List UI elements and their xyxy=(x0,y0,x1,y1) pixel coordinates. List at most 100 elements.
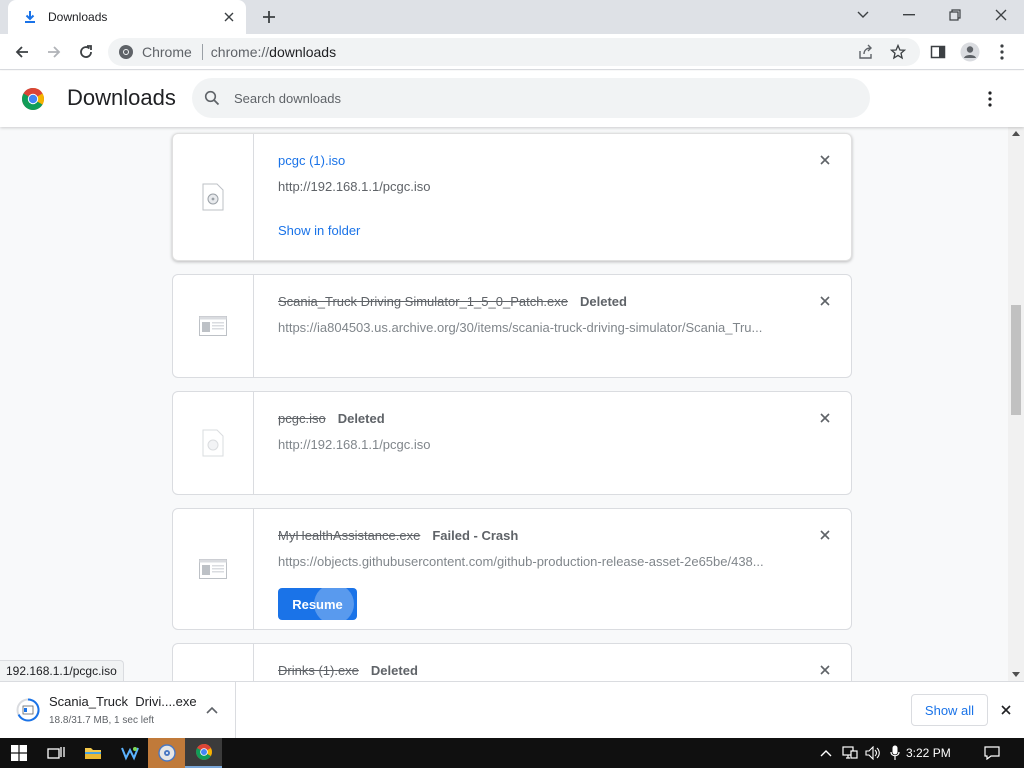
status-text: Deleted xyxy=(370,663,418,678)
file-icon xyxy=(202,429,224,457)
chrome-taskbar-button[interactable] xyxy=(185,738,222,768)
file-icon-column xyxy=(173,392,254,494)
window-close-button[interactable] xyxy=(978,0,1024,30)
download-card: Drinks (1).exe Deleted xyxy=(172,643,852,681)
close-icon xyxy=(820,155,830,165)
status-text: Failed - Crash xyxy=(432,528,519,543)
minimize-button[interactable] xyxy=(886,0,932,30)
close-icon xyxy=(820,413,830,423)
tab-search-button[interactable] xyxy=(840,0,886,30)
task-view-button[interactable] xyxy=(37,738,74,768)
status-text: Deleted xyxy=(337,411,385,426)
show-all-button[interactable]: Show all xyxy=(911,694,988,726)
forward-icon xyxy=(48,46,61,58)
browser-toolbar: Chrome chrome://downloads xyxy=(0,34,1024,70)
taskbar-clock[interactable]: 3:22 PM xyxy=(906,738,951,768)
show-in-folder-link[interactable]: Show in folder xyxy=(278,223,360,238)
chrome-logo-icon xyxy=(22,88,44,110)
file-explorer-button[interactable] xyxy=(74,738,111,768)
remove-download-button[interactable] xyxy=(817,410,833,426)
shelf-item-menu-button[interactable] xyxy=(204,702,220,718)
share-icon xyxy=(859,44,872,59)
downloads-list: pcgc (1).iso http://192.168.1.1/pcgc.iso… xyxy=(0,127,1008,681)
file-name: MyHealthAssistance.exe xyxy=(278,528,421,543)
vertical-scrollbar[interactable] xyxy=(1008,127,1024,681)
forward-button[interactable] xyxy=(40,38,68,66)
file-icon-column xyxy=(173,509,254,629)
download-progress-icon xyxy=(16,698,40,722)
site-chip-label: Chrome xyxy=(142,44,192,60)
download-shelf: Scania_Truck Drivi....exe 18.8/31.7 MB, … xyxy=(0,681,1024,739)
side-panel-button[interactable] xyxy=(924,38,952,66)
address-bar[interactable]: Chrome chrome://downloads xyxy=(108,38,920,66)
volume-tray-icon[interactable] xyxy=(863,738,883,768)
downloads-menu-button[interactable] xyxy=(978,87,1002,111)
network-tray-icon[interactable] xyxy=(840,738,860,768)
app-icon xyxy=(120,747,139,761)
scroll-up-arrow[interactable] xyxy=(1012,131,1020,136)
chevron-down-icon xyxy=(857,11,869,18)
app-taskbar-button[interactable] xyxy=(111,738,148,768)
reload-button[interactable] xyxy=(72,38,100,66)
action-center-button[interactable] xyxy=(980,738,1004,768)
minimize-icon xyxy=(903,14,915,16)
tray-overflow-button[interactable] xyxy=(817,738,835,768)
microphone-tray-icon[interactable] xyxy=(886,738,904,768)
browser-menu-button[interactable] xyxy=(988,38,1016,66)
windows-taskbar: 3:22 PM xyxy=(0,738,1024,768)
reload-icon xyxy=(80,45,92,58)
download-card: Scania_Truck Driving Simulator_1_5_0_Pat… xyxy=(172,274,852,378)
file-name-link[interactable]: pcgc (1).iso xyxy=(278,153,345,168)
back-button[interactable] xyxy=(8,38,36,66)
folder-icon xyxy=(84,748,101,759)
url-scheme: chrome:// xyxy=(210,44,270,60)
resume-label: Resume xyxy=(292,596,343,612)
scrollbar-thumb[interactable] xyxy=(1011,305,1021,415)
close-shelf-button[interactable] xyxy=(998,702,1014,718)
download-url[interactable]: http://192.168.1.1/pcgc.iso xyxy=(278,437,773,452)
file-name: Scania_Truck Driving Simulator_1_5_0_Pat… xyxy=(278,294,569,309)
shelf-progress-text: 18.8/31.7 MB, 1 sec left xyxy=(49,715,155,726)
resume-button[interactable]: Resume xyxy=(278,588,357,620)
search-input[interactable] xyxy=(234,90,834,106)
file-name: Drinks (1).exe xyxy=(278,663,359,678)
restore-button[interactable] xyxy=(932,0,978,30)
tab-downloads[interactable]: Downloads xyxy=(8,0,246,34)
disc-app-icon xyxy=(157,744,176,762)
restore-icon xyxy=(949,9,961,21)
remove-download-button[interactable] xyxy=(817,527,833,543)
bookmark-button[interactable] xyxy=(884,38,912,66)
share-button[interactable] xyxy=(852,38,880,66)
profile-button[interactable] xyxy=(956,38,984,66)
profile-icon xyxy=(960,42,980,62)
scroll-down-arrow[interactable] xyxy=(1012,672,1020,677)
remove-download-button[interactable] xyxy=(817,293,833,309)
app-taskbar-button-active[interactable] xyxy=(148,738,185,768)
shelf-download-item[interactable]: Scania_Truck Drivi....exe 18.8/31.7 MB, … xyxy=(0,682,236,739)
new-tab-button[interactable] xyxy=(258,6,280,28)
download-url[interactable]: https://objects.githubusercontent.com/gi… xyxy=(278,554,773,569)
site-info-chip[interactable]: Chrome xyxy=(118,44,192,60)
chevron-up-icon xyxy=(206,706,218,714)
url-host: downloads xyxy=(269,44,337,60)
close-icon[interactable] xyxy=(220,8,238,26)
network-icon xyxy=(842,746,858,759)
close-icon xyxy=(995,9,1007,21)
tab-title: Downloads xyxy=(48,10,108,24)
back-icon xyxy=(15,46,28,58)
task-view-icon xyxy=(46,747,65,759)
start-button[interactable] xyxy=(0,738,37,768)
search-bar[interactable] xyxy=(192,78,870,118)
omnibox-divider xyxy=(201,44,203,60)
page-title: Downloads xyxy=(67,85,176,110)
remove-download-button[interactable] xyxy=(817,662,833,678)
chrome-icon xyxy=(195,744,212,760)
download-card: pcgc (1).iso http://192.168.1.1/pcgc.iso… xyxy=(172,133,852,261)
sidepanel-icon xyxy=(930,45,946,59)
download-url[interactable]: http://192.168.1.1/pcgc.iso xyxy=(278,179,773,194)
download-url[interactable]: https://ia804503.us.archive.org/30/items… xyxy=(278,320,773,335)
microphone-icon xyxy=(890,745,900,760)
remove-download-button[interactable] xyxy=(817,152,833,168)
file-icon-column xyxy=(173,644,254,681)
status-text: Deleted xyxy=(580,294,627,309)
